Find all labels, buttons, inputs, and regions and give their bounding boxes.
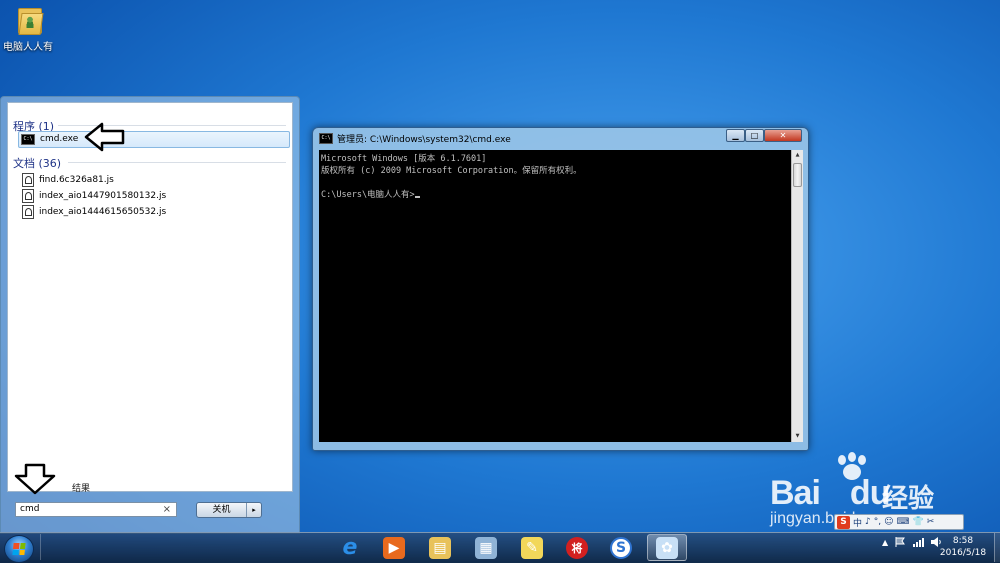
console-output: Microsoft Windows [版本 6.1.7601] 版权所有 (c) … <box>321 153 582 201</box>
baidu-brand-text: Bai du <box>770 474 890 512</box>
ime-keyboard-icon[interactable]: ⌨ <box>897 517 910 527</box>
start-button[interactable] <box>4 535 34 563</box>
result-label: cmd.exe <box>40 134 79 144</box>
vertical-scrollbar[interactable]: ▲ ▼ <box>791 150 803 442</box>
document-item[interactable]: find.6c326a81.js <box>22 173 114 187</box>
internet-explorer-icon: e <box>342 535 358 560</box>
taskbar-app-button[interactable]: ✿ <box>647 534 687 561</box>
text-cursor <box>414 196 420 198</box>
search-results-panel: 程序 (1) C:\ cmd.exe 文档 (36) find.6c326a81… <box>7 102 293 494</box>
cmd-icon: C:\ <box>319 133 333 144</box>
console-prompt: C:\Users\电脑人人有> <box>321 190 415 200</box>
ime-language-toggle[interactable]: 中 <box>853 516 862 529</box>
file-explorer-icon: ▤ <box>429 536 451 559</box>
paint-icon: ✿ <box>656 536 678 559</box>
media-player-icon: ▶ <box>383 536 405 559</box>
ime-skin-icon[interactable]: 👕 <box>913 517 924 527</box>
shutdown-button[interactable]: 关机 ▸ <box>196 502 262 518</box>
sogou-browser-icon: S <box>610 536 632 559</box>
documents-header: 文档 (36) <box>13 157 62 170</box>
show-desktop-button[interactable] <box>994 533 1000 562</box>
chess-icon: 将 <box>566 536 588 559</box>
action-center-flag-icon[interactable] <box>894 536 906 548</box>
desktop-folder-icon[interactable]: 电脑人人有 <box>2 4 54 53</box>
desktop-icon-label: 电脑人人有 <box>3 42 53 53</box>
windows-logo-icon <box>12 543 26 555</box>
taskbar-app-button[interactable]: S <box>601 534 641 561</box>
down-arrow-annotation-icon <box>14 463 56 495</box>
document-item[interactable]: index_aio1447901580132.js <box>22 189 166 203</box>
script-file-icon <box>22 173 34 187</box>
document-label: find.6c326a81.js <box>39 175 114 185</box>
system-tray: ▲ <box>882 536 942 548</box>
taskbar-clock[interactable]: 8:58 2016/5/18 <box>938 535 988 559</box>
scroll-thumb[interactable] <box>793 163 802 187</box>
ime-punctuation-icon[interactable]: °, <box>874 517 881 527</box>
close-button[interactable]: ✕ <box>764 129 802 142</box>
ime-symbol-icon[interactable]: ♪ <box>865 517 871 527</box>
ime-tools-icon[interactable]: ✂ <box>927 517 935 527</box>
maximize-button[interactable]: □ <box>745 129 764 142</box>
console-area[interactable]: Microsoft Windows [版本 6.1.7601] 版权所有 (c) … <box>319 150 791 442</box>
ime-toolbar[interactable]: S 中 ♪ °, ☺ ⌨ 👕 ✂ <box>834 514 964 530</box>
cmd-icon: C:\ <box>21 133 35 145</box>
window-title: 管理员: C:\Windows\system32\cmd.exe <box>337 135 511 145</box>
left-arrow-annotation-icon <box>84 122 125 152</box>
ime-emoji-icon[interactable]: ☺ <box>884 517 893 527</box>
clock-time: 8:58 <box>952 536 974 546</box>
network-icon[interactable] <box>912 536 925 548</box>
document-label: index_aio1447901580132.js <box>39 191 167 201</box>
result-cmd-exe[interactable]: C:\ cmd.exe <box>18 131 290 148</box>
search-value: cmd <box>20 504 40 514</box>
taskbar-app-button[interactable]: ✎ <box>512 534 552 561</box>
shutdown-options-arrow-icon[interactable]: ▸ <box>247 503 261 517</box>
user-folder-icon <box>15 4 44 35</box>
script-file-icon <box>22 205 34 219</box>
script-file-icon <box>22 189 34 203</box>
taskbar-app-button[interactable]: e <box>330 534 370 561</box>
shutdown-label[interactable]: 关机 <box>197 503 247 517</box>
taskbar-separator <box>40 534 45 560</box>
scroll-up-icon[interactable]: ▲ <box>793 151 802 160</box>
clock-date: 2016/5/18 <box>939 548 987 558</box>
see-more-results-link[interactable]: 结果 <box>72 481 90 494</box>
clear-search-icon[interactable]: × <box>163 503 171 516</box>
taskbar-app-button[interactable]: ▤ <box>420 534 460 561</box>
document-item[interactable]: index_aio1444615650532.js <box>22 205 166 219</box>
minimize-button[interactable]: ▁ <box>726 129 745 142</box>
cmd-window[interactable]: C:\ 管理员: C:\Windows\system32\cmd.exe ▁ □… <box>312 127 809 451</box>
document-label: index_aio1444615650532.js <box>39 207 167 217</box>
scroll-down-icon[interactable]: ▼ <box>793 432 802 441</box>
console-line: Microsoft Windows [版本 6.1.7601] <box>321 154 487 164</box>
sogou-logo-icon[interactable]: S <box>837 515 850 529</box>
search-input[interactable]: cmd × <box>15 502 177 517</box>
show-hidden-icons-arrow[interactable]: ▲ <box>882 538 888 547</box>
window-title-bar[interactable]: C:\ 管理员: C:\Windows\system32\cmd.exe <box>319 132 511 145</box>
control-panel-icon: ▦ <box>475 536 497 559</box>
notes-icon: ✎ <box>521 536 543 559</box>
taskbar-app-button[interactable]: ▦ <box>466 534 506 561</box>
taskbar-app-button[interactable]: 将 <box>557 534 597 561</box>
taskbar-app-button[interactable]: ▶ <box>374 534 414 561</box>
console-line: 版权所有 (c) 2009 Microsoft Corporation。保留所有… <box>321 166 582 176</box>
